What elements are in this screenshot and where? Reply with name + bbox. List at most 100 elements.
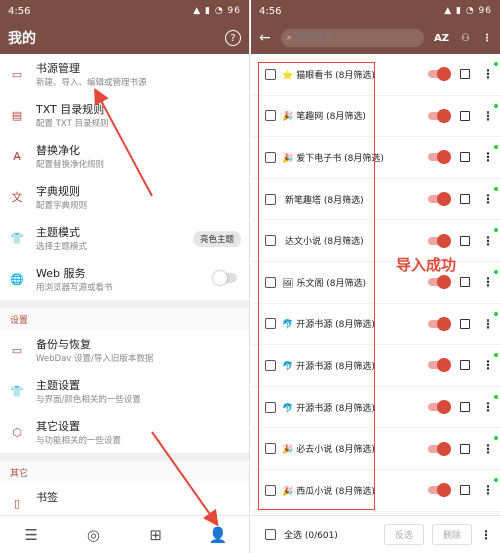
status-dot: [494, 228, 498, 233]
edit-icon[interactable]: [460, 318, 470, 329]
menu-item-txt-rules[interactable]: ▤ TXT 目录规则 配置 TXT 目录规则: [0, 95, 249, 136]
menu-item-book-source[interactable]: ▭ 书源管理 新建、导入、编辑或管理书源: [0, 54, 249, 95]
menu-item-other-settings[interactable]: ⬡ 其它设置 与功能相关的一些设置: [0, 412, 249, 453]
overflow-menu-icon[interactable]: ⋮: [482, 33, 492, 44]
more-icon[interactable]: ⋮: [482, 442, 494, 456]
row-checkbox[interactable]: [265, 276, 276, 288]
more-icon[interactable]: ⋮: [482, 109, 494, 123]
list-item[interactable]: 🎉 必去小说 (8月筛选) ⋮: [251, 428, 500, 470]
list-item[interactable]: 🐬 开源书源 (8月筛选) ⋮: [251, 345, 500, 387]
menu-item-title: 主题设置: [36, 379, 80, 392]
help-icon[interactable]: ?: [225, 30, 241, 46]
list-item[interactable]: 🐬 开源书源 (8月筛选) ⋮: [251, 387, 500, 429]
list-item[interactable]: 🎉 爱下电子书 (8月筛选) ⋮: [251, 137, 500, 179]
status-dot: [494, 477, 498, 482]
row-checkbox[interactable]: [265, 318, 276, 330]
more-icon[interactable]: ⋮: [482, 317, 494, 331]
rss-bookmark-icon[interactable]: ⊞: [142, 526, 170, 544]
search-box[interactable]: ⌕: [280, 29, 425, 47]
replace-icon: A̶: [13, 149, 21, 163]
status-dot: [494, 145, 498, 150]
list-item[interactable]: 🐬 开源书源 (8月筛选) ⋮: [251, 304, 500, 346]
search-input[interactable]: [295, 33, 419, 43]
menu-item-sub: WebDav 设置/导入旧版本数据: [36, 354, 154, 364]
edit-icon[interactable]: [460, 152, 470, 163]
sort-az-icon[interactable]: AZ: [434, 33, 449, 44]
edit-icon[interactable]: [460, 69, 470, 80]
menu-item-theme-settings[interactable]: 👕 主题设置 与界面/颜色相关的一些设置: [0, 371, 249, 412]
edit-icon[interactable]: [460, 277, 470, 288]
status-dot: [494, 186, 498, 191]
more-icon[interactable]: ⋮: [482, 483, 494, 497]
menu-item-backup[interactable]: ▭ 备份与恢复 WebDav 设置/导入旧版本数据: [0, 330, 249, 371]
invert-selection-button[interactable]: 反选: [383, 524, 424, 545]
more-icon[interactable]: ⋮: [482, 358, 494, 372]
more-icon[interactable]: ⋮: [482, 275, 494, 289]
list-item[interactable]: 达文小说 (8月筛选) ⋮: [251, 220, 500, 262]
back-arrow-icon[interactable]: ←: [259, 30, 271, 46]
row-checkbox[interactable]: [265, 193, 276, 205]
enable-toggle[interactable]: [428, 400, 451, 415]
enable-toggle[interactable]: [428, 192, 451, 207]
delete-button[interactable]: 删除: [431, 524, 472, 545]
group-icon[interactable]: ⚇: [461, 33, 470, 44]
footer-more-icon[interactable]: ⋮: [480, 528, 492, 542]
enable-toggle[interactable]: [428, 358, 451, 373]
enable-toggle[interactable]: [428, 441, 451, 456]
menu-item-sub: 配置替换净化规则: [36, 160, 105, 170]
enable-toggle[interactable]: [428, 275, 451, 290]
edit-icon[interactable]: [460, 194, 470, 205]
menu-item-title: 字典规则: [36, 185, 80, 198]
list-item[interactable]: ⭐ 猫眼看书 (8月筛选) ⋮: [251, 54, 500, 96]
enable-toggle[interactable]: [428, 233, 451, 248]
source-emoji: 🐬: [282, 320, 294, 331]
my-profile-icon[interactable]: 👤: [204, 526, 232, 544]
menu-item-replace[interactable]: A̶ 替换净化 配置替换净化规则: [0, 136, 249, 177]
more-icon[interactable]: ⋮: [482, 192, 494, 206]
web-service-switch[interactable]: [213, 271, 237, 285]
explore-icon[interactable]: ◎: [79, 526, 107, 544]
edit-icon[interactable]: [460, 485, 470, 496]
enable-toggle[interactable]: [428, 108, 451, 123]
edit-icon[interactable]: [460, 235, 470, 246]
select-all-label[interactable]: 全选 (0/601): [284, 528, 376, 541]
theme-mode-pill[interactable]: 亮色主题: [192, 231, 241, 247]
list-item[interactable]: 🎉 笔趣网 (8月筛选) ⋮: [251, 96, 500, 138]
list-item[interactable]: 🖼 乐文阁 (8月筛选) ⋮: [251, 262, 500, 304]
source-emoji: 🐬: [282, 361, 294, 372]
row-checkbox[interactable]: [265, 68, 276, 80]
menu-item-web-service[interactable]: 🌐 Web 服务 用浏览器写源或看书: [0, 259, 249, 300]
list-item[interactable]: 新笔趣塔 (8月筛选) ⋮: [251, 179, 500, 221]
edit-icon[interactable]: [460, 443, 470, 454]
row-checkbox[interactable]: [265, 359, 276, 371]
row-checkbox[interactable]: [265, 484, 276, 496]
menu-item-sub: 与界面/颜色相关的一些设置: [36, 395, 141, 405]
enable-toggle[interactable]: [428, 67, 451, 82]
row-checkbox[interactable]: [265, 110, 276, 122]
txt-rule-icon: ▤: [11, 108, 23, 122]
row-checkbox[interactable]: [265, 151, 276, 163]
enable-toggle[interactable]: [428, 150, 451, 165]
edit-icon[interactable]: [460, 360, 470, 371]
row-checkbox[interactable]: [265, 401, 276, 413]
edit-icon[interactable]: [460, 402, 470, 413]
menu-item-theme-mode[interactable]: 👕 主题模式 选择主题模式 亮色主题: [0, 218, 249, 259]
bookshelf-icon[interactable]: ☰: [17, 526, 45, 544]
app-bar: 我的 ?: [0, 22, 249, 54]
source-emoji: 🎉: [282, 112, 294, 123]
more-icon[interactable]: ⋮: [482, 150, 494, 164]
menu-item-dictionary[interactable]: 文 字典规则 配置字典规则: [0, 177, 249, 218]
more-icon[interactable]: ⋮: [482, 234, 494, 248]
list-item[interactable]: 🎉 西瓜小说 (8月筛选) ⋮: [251, 470, 500, 512]
edit-icon[interactable]: [460, 110, 470, 121]
row-checkbox[interactable]: [265, 443, 276, 455]
source-name: 爱下电子书 (8月筛选): [296, 153, 384, 164]
annotation-text: 导入成功: [396, 256, 457, 274]
source-emoji: 🐬: [282, 403, 294, 414]
more-icon[interactable]: ⋮: [482, 400, 494, 414]
enable-toggle[interactable]: [428, 316, 451, 331]
enable-toggle[interactable]: [428, 483, 451, 498]
select-all-checkbox[interactable]: [265, 529, 276, 540]
more-icon[interactable]: ⋮: [482, 67, 494, 81]
row-checkbox[interactable]: [265, 235, 276, 247]
